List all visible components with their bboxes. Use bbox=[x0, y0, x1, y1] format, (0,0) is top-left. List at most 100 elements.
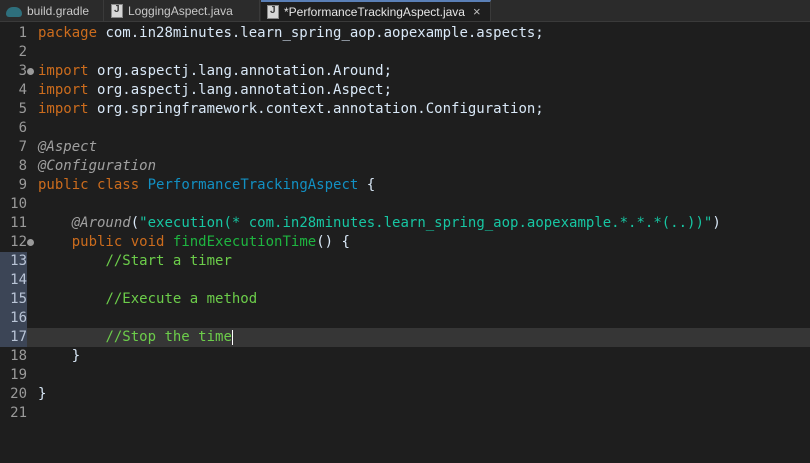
line-number: 16 bbox=[0, 309, 27, 328]
line-number: 11 bbox=[10, 215, 27, 231]
code-token: } bbox=[38, 386, 47, 402]
code-line[interactable]: 3 import org.aspectj.lang.annotation.Arou… bbox=[0, 62, 810, 81]
code-text: } bbox=[38, 347, 80, 366]
code-token: public bbox=[38, 177, 89, 193]
code-token: import bbox=[38, 82, 89, 98]
line-number: 21 bbox=[10, 405, 27, 421]
tab-label: build.gradle bbox=[27, 3, 90, 18]
code-line[interactable]: 7 @Aspect bbox=[0, 138, 810, 157]
code-line[interactable]: 12 public void findExecutionTime() { bbox=[0, 233, 810, 252]
code-line[interactable]: 6 bbox=[0, 119, 810, 138]
code-text: import org.aspectj.lang.annotation.Aspec… bbox=[38, 81, 392, 100]
code-text: import org.aspectj.lang.annotation.Aroun… bbox=[38, 62, 392, 81]
code-token: @Aspect bbox=[38, 139, 98, 155]
code-token: { bbox=[358, 177, 376, 193]
code-token: org.aspectj.lang.annotation.Around; bbox=[88, 63, 393, 79]
line-number: 4 bbox=[18, 82, 27, 98]
code-line[interactable]: 5 import org.springframework.context.anno… bbox=[0, 100, 810, 119]
code-text: //Stop the time bbox=[38, 328, 233, 347]
line-number: 10 bbox=[10, 196, 27, 212]
code-line[interactable]: 15 //Execute a method bbox=[0, 290, 810, 309]
code-line[interactable]: 14 bbox=[0, 271, 810, 290]
code-text: package com.in28minutes.learn_spring_aop… bbox=[38, 24, 544, 43]
line-number: 3 bbox=[18, 63, 27, 79]
code-line[interactable]: 2 bbox=[0, 43, 810, 62]
code-token: org.aspectj.lang.annotation.Aspect; bbox=[88, 82, 393, 98]
line-number: 9 bbox=[18, 177, 27, 193]
code-token: //Execute a method bbox=[105, 291, 258, 307]
code-token: com.in28minutes.learn_spring_aop.aopexam… bbox=[97, 25, 544, 41]
code-line[interactable]: 13 //Start a timer bbox=[0, 252, 810, 271]
tab-build-gradle[interactable]: build.gradle bbox=[0, 0, 104, 21]
code-token: //Start a timer bbox=[105, 253, 232, 269]
code-line[interactable]: 16 bbox=[0, 309, 810, 328]
code-line[interactable]: 21 bbox=[0, 404, 810, 423]
tab-performance-tracking-aspect[interactable]: *PerformanceTrackingAspect.java × bbox=[261, 0, 491, 21]
code-text: public void findExecutionTime() { bbox=[38, 233, 350, 252]
code-token: void bbox=[130, 234, 165, 250]
code-token: //Stop the time bbox=[105, 329, 232, 345]
code-line[interactable]: 8 @Configuration bbox=[0, 157, 810, 176]
code-token: import bbox=[38, 63, 89, 79]
code-token: findExecutionTime bbox=[172, 234, 317, 250]
code-token: @Configuration bbox=[38, 158, 157, 174]
line-number: 7 bbox=[18, 139, 27, 155]
code-token: org.springframework.context.annotation.C… bbox=[88, 101, 544, 117]
line-number: 20 bbox=[10, 386, 27, 402]
line-number: 18 bbox=[10, 348, 27, 364]
editor-tab-bar: build.gradle LoggingAspect.java *Perform… bbox=[0, 0, 810, 22]
code-token: public bbox=[71, 234, 123, 250]
java-file-icon bbox=[267, 4, 279, 19]
code-token: ( bbox=[130, 215, 140, 231]
code-line[interactable]: 19 bbox=[0, 366, 810, 385]
line-number: 1 bbox=[18, 25, 27, 41]
code-token: "execution(* com.in28minutes.learn_sprin… bbox=[139, 215, 713, 231]
code-editor[interactable]: 1 package com.in28minutes.learn_spring_ao… bbox=[0, 22, 810, 463]
code-token: class bbox=[97, 177, 140, 193]
line-number: 6 bbox=[18, 120, 27, 136]
code-line[interactable]: 17 //Stop the time bbox=[0, 328, 810, 347]
fold-toggle-icon[interactable] bbox=[27, 239, 34, 246]
code-line[interactable]: 10 bbox=[0, 195, 810, 214]
fold-toggle-icon[interactable] bbox=[27, 68, 34, 75]
code-line[interactable]: 9 public class PerformanceTrackingAspect … bbox=[0, 176, 810, 195]
code-text: @Configuration bbox=[38, 157, 156, 176]
code-token: package bbox=[38, 25, 98, 41]
java-file-icon bbox=[111, 3, 123, 18]
code-text: //Start a timer bbox=[38, 252, 232, 271]
code-text: import org.springframework.context.annot… bbox=[38, 100, 544, 119]
code-line[interactable]: 4 import org.aspectj.lang.annotation.Aspe… bbox=[0, 81, 810, 100]
line-number: 17 bbox=[0, 328, 27, 347]
code-line[interactable]: 1 package com.in28minutes.learn_spring_ao… bbox=[0, 24, 810, 43]
code-token: PerformanceTrackingAspect bbox=[147, 177, 359, 193]
code-token: } bbox=[38, 348, 81, 364]
code-line[interactable]: 11 @Around("execution(* com.in28minutes.… bbox=[0, 214, 810, 233]
code-text: } bbox=[38, 385, 46, 404]
close-icon[interactable]: × bbox=[473, 4, 481, 19]
code-token: ) bbox=[712, 215, 721, 231]
text-cursor bbox=[231, 329, 233, 345]
code-token: @Around bbox=[71, 215, 131, 231]
code-text: public class PerformanceTrackingAspect { bbox=[38, 176, 375, 195]
code-line[interactable]: 20} bbox=[0, 385, 810, 404]
line-number: 19 bbox=[10, 367, 27, 383]
code-text: @Around("execution(* com.in28minutes.lea… bbox=[38, 214, 721, 233]
tab-label: *PerformanceTrackingAspect.java bbox=[284, 4, 465, 19]
tab-label: LoggingAspect.java bbox=[128, 3, 233, 18]
line-number: 8 bbox=[18, 158, 27, 174]
line-number: 2 bbox=[18, 44, 27, 60]
code-line[interactable]: 18 } bbox=[0, 347, 810, 366]
code-text: @Aspect bbox=[38, 138, 97, 157]
code-text: //Execute a method bbox=[38, 290, 257, 309]
line-number: 15 bbox=[0, 290, 27, 309]
code-token: import bbox=[38, 101, 89, 117]
tab-logging-aspect[interactable]: LoggingAspect.java bbox=[105, 0, 260, 21]
